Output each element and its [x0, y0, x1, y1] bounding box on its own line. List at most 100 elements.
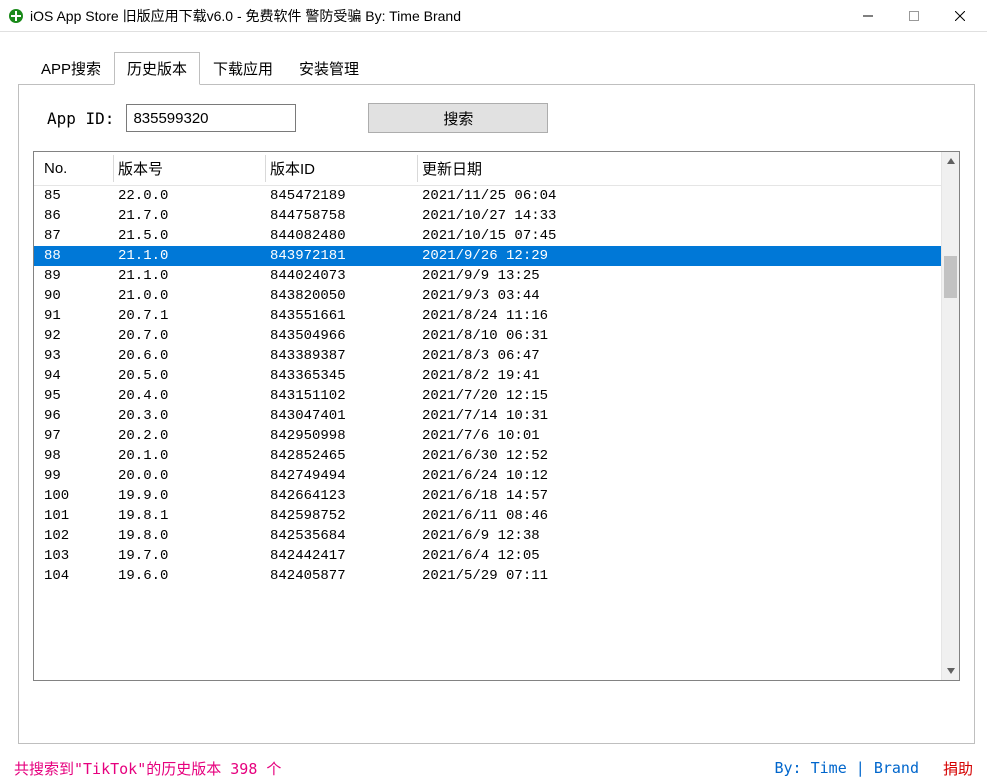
cell-date: 2021/8/3 06:47 — [418, 346, 941, 366]
column-header-date[interactable]: 更新日期 — [418, 152, 941, 186]
tab-download-app[interactable]: 下载应用 — [200, 52, 286, 85]
table-row[interactable]: 10019.9.08426641232021/6/18 14:57 — [34, 486, 941, 506]
table-row[interactable]: 9720.2.08429509982021/7/6 10:01 — [34, 426, 941, 446]
cell-version: 19.8.0 — [114, 526, 266, 546]
cell-date: 2021/6/30 12:52 — [418, 446, 941, 466]
cell-no: 90 — [34, 286, 114, 306]
cell-version-id: 843047401 — [266, 406, 418, 426]
vertical-scrollbar[interactable] — [941, 152, 959, 680]
cell-version: 20.7.1 — [114, 306, 266, 326]
cell-no: 100 — [34, 486, 114, 506]
app-id-input[interactable] — [126, 104, 296, 132]
cell-no: 91 — [34, 306, 114, 326]
cell-date: 2021/9/9 13:25 — [418, 266, 941, 286]
cell-version: 19.7.0 — [114, 546, 266, 566]
tab-label: APP搜索 — [41, 61, 101, 78]
search-button[interactable]: 搜索 — [368, 103, 548, 133]
cell-version: 20.3.0 — [114, 406, 266, 426]
scroll-up-button[interactable] — [942, 152, 959, 170]
table-row[interactable]: 9820.1.08428524652021/6/30 12:52 — [34, 446, 941, 466]
scrollbar-track[interactable] — [942, 170, 959, 662]
column-header-version[interactable]: 版本号 — [114, 152, 266, 186]
table-header-row: No. 版本号 版本ID 更新日期 — [34, 152, 941, 186]
table-row[interactable]: 10419.6.08424058772021/5/29 07:11 — [34, 566, 941, 586]
cell-date: 2021/6/18 14:57 — [418, 486, 941, 506]
table-row[interactable]: 9920.0.08427494942021/6/24 10:12 — [34, 466, 941, 486]
cell-date: 2021/8/2 19:41 — [418, 366, 941, 386]
cell-version-id: 842749494 — [266, 466, 418, 486]
cell-no: 98 — [34, 446, 114, 466]
window-title: iOS App Store 旧版应用下载v6.0 - 免费软件 警防受骗 By:… — [30, 6, 845, 26]
title-bar: iOS App Store 旧版应用下载v6.0 - 免费软件 警防受骗 By:… — [0, 0, 987, 32]
close-button[interactable] — [937, 1, 983, 31]
cell-version-id: 842598752 — [266, 506, 418, 526]
cell-version-id: 844024073 — [266, 266, 418, 286]
tab-app-search[interactable]: APP搜索 — [28, 52, 114, 85]
tab-install-manage[interactable]: 安装管理 — [286, 52, 372, 85]
cell-date: 2021/8/24 11:16 — [418, 306, 941, 326]
cell-date: 2021/10/15 07:45 — [418, 226, 941, 246]
donate-link[interactable]: 捐助 — [943, 758, 973, 779]
brand-link[interactable]: By: Time | Brand — [774, 759, 919, 777]
cell-version-id: 843389387 — [266, 346, 418, 366]
column-header-no[interactable]: No. — [34, 152, 114, 186]
table-row[interactable]: 8821.1.08439721812021/9/26 12:29 — [34, 246, 941, 266]
table-row[interactable]: 8721.5.08440824802021/10/15 07:45 — [34, 226, 941, 246]
cell-date: 2021/7/20 12:15 — [418, 386, 941, 406]
cell-no: 102 — [34, 526, 114, 546]
cell-version-id: 842442417 — [266, 546, 418, 566]
table-row[interactable]: 10219.8.08425356842021/6/9 12:38 — [34, 526, 941, 546]
cell-version: 21.1.0 — [114, 266, 266, 286]
cell-date: 2021/7/6 10:01 — [418, 426, 941, 446]
tab-label: 安装管理 — [299, 61, 359, 78]
version-table-scroll[interactable]: No. 版本号 版本ID 更新日期 8522.0.08454721892021/… — [34, 152, 941, 680]
cell-no: 96 — [34, 406, 114, 426]
cell-version: 20.0.0 — [114, 466, 266, 486]
table-row[interactable]: 9021.0.08438200502021/9/3 03:44 — [34, 286, 941, 306]
table-row[interactable]: 8621.7.08447587582021/10/27 14:33 — [34, 206, 941, 226]
cell-no: 92 — [34, 326, 114, 346]
cell-date: 2021/6/11 08:46 — [418, 506, 941, 526]
cell-version: 21.7.0 — [114, 206, 266, 226]
cell-date: 2021/8/10 06:31 — [418, 326, 941, 346]
cell-version: 20.2.0 — [114, 426, 266, 446]
cell-version: 19.8.1 — [114, 506, 266, 526]
cell-version-id: 843972181 — [266, 246, 418, 266]
minimize-button[interactable] — [845, 1, 891, 31]
table-row[interactable]: 9420.5.08433653452021/8/2 19:41 — [34, 366, 941, 386]
cell-date: 2021/10/27 14:33 — [418, 206, 941, 226]
scroll-down-button[interactable] — [942, 662, 959, 680]
column-header-version-id[interactable]: 版本ID — [266, 152, 418, 186]
cell-version-id: 843365345 — [266, 366, 418, 386]
status-text: 共搜索到"TikTok"的历史版本 398 个 — [14, 758, 281, 779]
table-row[interactable]: 9120.7.18435516612021/8/24 11:16 — [34, 306, 941, 326]
table-row[interactable]: 8921.1.08440240732021/9/9 13:25 — [34, 266, 941, 286]
cell-date: 2021/6/4 12:05 — [418, 546, 941, 566]
table-row[interactable]: 8522.0.08454721892021/11/25 06:04 — [34, 186, 941, 207]
scrollbar-thumb[interactable] — [944, 256, 957, 298]
cell-no: 87 — [34, 226, 114, 246]
table-row[interactable]: 9520.4.08431511022021/7/20 12:15 — [34, 386, 941, 406]
cell-version-id: 844758758 — [266, 206, 418, 226]
cell-no: 103 — [34, 546, 114, 566]
window-controls — [845, 1, 983, 31]
cell-version: 20.1.0 — [114, 446, 266, 466]
maximize-button[interactable] — [891, 1, 937, 31]
table-row[interactable]: 9220.7.08435049662021/8/10 06:31 — [34, 326, 941, 346]
table-row[interactable]: 9320.6.08433893872021/8/3 06:47 — [34, 346, 941, 366]
tab-history-version[interactable]: 历史版本 — [114, 52, 200, 85]
cell-date: 2021/5/29 07:11 — [418, 566, 941, 586]
cell-version-id: 843551661 — [266, 306, 418, 326]
table-row[interactable]: 10319.7.08424424172021/6/4 12:05 — [34, 546, 941, 566]
table-row[interactable]: 10119.8.18425987522021/6/11 08:46 — [34, 506, 941, 526]
cell-no: 99 — [34, 466, 114, 486]
tab-label: 下载应用 — [213, 61, 273, 78]
table-row[interactable]: 9620.3.08430474012021/7/14 10:31 — [34, 406, 941, 426]
version-table: No. 版本号 版本ID 更新日期 8522.0.08454721892021/… — [34, 152, 941, 586]
tab-strip: APP搜索 历史版本 下载应用 安装管理 — [28, 52, 975, 85]
tab-label: 历史版本 — [127, 61, 187, 78]
cell-no: 101 — [34, 506, 114, 526]
status-bar: 共搜索到"TikTok"的历史版本 398 个 By: Time | Brand… — [0, 754, 987, 784]
cell-version: 21.1.0 — [114, 246, 266, 266]
cell-date: 2021/7/14 10:31 — [418, 406, 941, 426]
